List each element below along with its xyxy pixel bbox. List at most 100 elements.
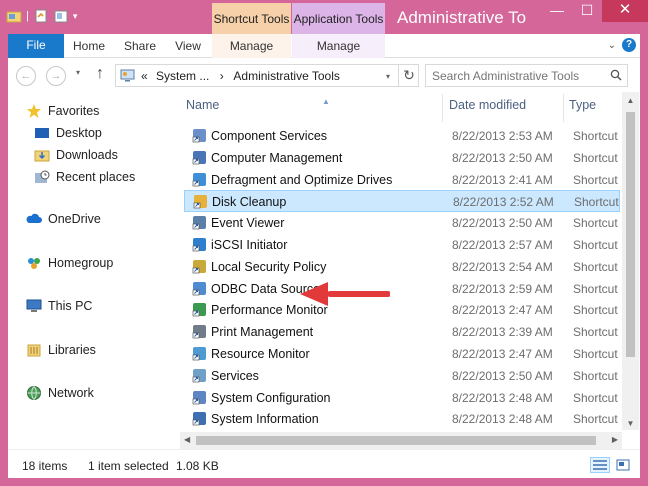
file-type: Shortcut (573, 172, 618, 187)
homegroup-icon (28, 258, 40, 269)
file-type: Shortcut (573, 150, 618, 165)
caption-buttons: — ☐ ✕ (542, 0, 648, 22)
folder-app-icon[interactable] (6, 8, 22, 24)
search-input[interactable] (426, 65, 606, 86)
file-name: Event Viewer (211, 216, 285, 231)
nav-network[interactable]: Network (26, 383, 94, 403)
file-row[interactable]: Defragment and Optimize Drives 8/22/2013 … (184, 169, 620, 191)
column-header-date[interactable]: Date modified (449, 98, 559, 118)
scroll-up-icon[interactable]: ▲ (626, 96, 635, 105)
expand-ribbon-icon[interactable]: ⌄ (608, 40, 616, 51)
annotation-arrow (300, 282, 390, 306)
star-icon (27, 104, 41, 118)
vertical-scrollbar[interactable]: ▲ ▼ (622, 92, 639, 430)
file-date-modified: 8/22/2013 2:50 AM (452, 150, 553, 165)
column-divider[interactable] (563, 94, 564, 122)
forward-button[interactable]: → (46, 66, 66, 86)
nav-favorites[interactable]: Favorites (26, 101, 99, 121)
status-selected-size: 1.08 KB (176, 459, 219, 473)
recent-locations-icon[interactable]: ▾ (76, 68, 80, 77)
file-row[interactable]: Event Viewer 8/22/2013 2:50 AM Shortcut (184, 212, 620, 234)
nav-desktop-label: Desktop (56, 126, 102, 140)
qat-dropdown-icon[interactable]: ▾ (73, 11, 78, 22)
nav-recent-places[interactable]: Recent places (34, 167, 135, 187)
file-row[interactable]: iSCSI Initiator 8/22/2013 2:57 AM Shortcut (184, 234, 620, 256)
file-date-modified: 8/22/2013 2:57 AM (452, 238, 553, 252)
nav-this-pc[interactable]: This PC (26, 296, 92, 316)
file-row[interactable]: Services 8/22/2013 2:50 AM Shortcut (184, 365, 620, 387)
tab-manage-shortcut[interactable]: Manage (212, 34, 291, 58)
scroll-left-icon[interactable]: ◀ (184, 435, 190, 444)
nav-homegroup[interactable]: Homegroup (26, 253, 113, 273)
close-button[interactable]: ✕ (602, 0, 648, 22)
nav-onedrive[interactable]: OneDrive (26, 209, 101, 229)
file-row[interactable]: Component Services 8/22/2013 2:53 AM Short… (184, 125, 620, 147)
libraries-icon (27, 344, 41, 357)
large-icons-view-button[interactable] (613, 457, 633, 473)
explorer-window: | ▾ Shortcut Tools Application Tools Adm… (0, 0, 648, 486)
scroll-right-icon[interactable]: ▶ (612, 435, 618, 444)
horizontal-scroll-thumb[interactable] (196, 436, 596, 445)
file-row[interactable]: Performance Monitor 8/22/2013 2:47 AM Shor… (184, 299, 620, 321)
nav-desktop[interactable]: Desktop (34, 123, 102, 143)
file-date-modified: 8/22/2013 2:53 AM (452, 129, 553, 143)
file-row[interactable]: Local Security Policy 8/22/2013 2:54 AM Sh… (184, 256, 620, 278)
maximize-button[interactable]: ☐ (572, 0, 602, 22)
file-row[interactable]: System Configuration 8/22/2013 2:48 AM Sho… (184, 387, 620, 409)
address-field[interactable]: « System ... › Administrative Tools ▾ ↻ (115, 64, 419, 87)
vertical-scroll-thumb[interactable] (626, 112, 635, 357)
breadcrumb-separator[interactable]: › (220, 69, 224, 83)
file-row[interactable]: Print Management 8/22/2013 2:39 AM Shortcu… (184, 321, 620, 343)
shortcut-icon (192, 216, 206, 230)
file-row[interactable]: Resource Monitor 8/22/2013 2:47 AM Shortcu… (184, 343, 620, 365)
minimize-button[interactable]: — (542, 0, 572, 22)
path-overflow[interactable]: « (141, 69, 148, 83)
search-icon[interactable] (610, 69, 622, 81)
file-name: Local Security Policy (211, 259, 327, 274)
file-type: Shortcut (573, 238, 618, 252)
tab-home[interactable]: Home (70, 34, 108, 58)
nav-libraries[interactable]: Libraries (26, 340, 96, 360)
details-view-button[interactable] (590, 457, 610, 473)
file-date-modified: 8/22/2013 2:48 AM (452, 390, 553, 405)
shortcut-icon (192, 259, 206, 274)
desktop-icon (35, 128, 49, 138)
up-button[interactable]: ↑ (96, 65, 104, 83)
column-header-name[interactable]: Name ▲ (186, 97, 444, 118)
back-button[interactable]: ← (16, 66, 36, 86)
file-row[interactable]: Disk Cleanup 8/22/2013 2:52 AM Shortcut (184, 190, 620, 213)
properties-icon[interactable] (33, 8, 49, 24)
file-date-modified: 8/22/2013 2:48 AM (452, 412, 553, 427)
tab-view[interactable]: View (170, 34, 206, 58)
context-tab-shortcut-tools[interactable]: Shortcut Tools (212, 3, 291, 34)
breadcrumb-system[interactable]: System ... (156, 69, 209, 83)
file-date-modified: 8/22/2013 2:50 AM (452, 216, 553, 231)
file-name: System Configuration (211, 390, 331, 405)
file-type: Shortcut (573, 325, 618, 340)
tab-share[interactable]: Share (120, 34, 160, 58)
nav-downloads[interactable]: Downloads (34, 145, 118, 165)
file-date-modified: 8/22/2013 2:41 AM (452, 172, 553, 187)
file-row[interactable]: Computer Management 8/22/2013 2:50 AM Shor… (184, 147, 620, 169)
nav-network-label: Network (48, 386, 94, 400)
new-folder-icon[interactable] (53, 8, 69, 24)
column-divider[interactable] (442, 94, 443, 122)
details-view-icon (593, 460, 607, 470)
nav-this-pc-label: This PC (48, 299, 93, 313)
nav-libraries-label: Libraries (48, 343, 96, 357)
help-icon[interactable]: ? (622, 38, 636, 52)
horizontal-scrollbar[interactable]: ◀ ▶ (180, 432, 622, 449)
file-row[interactable]: ODBC Data Sources 8/22/2013 2:59 AM Shortc… (184, 278, 620, 300)
shortcut-icon (193, 195, 207, 209)
scroll-down-icon[interactable]: ▼ (626, 419, 635, 428)
file-row[interactable]: System Information 8/22/2013 2:48 AM Short… (184, 408, 620, 430)
refresh-button[interactable]: ↻ (398, 65, 419, 86)
breadcrumb-administrative-tools[interactable]: Administrative Tools (233, 69, 340, 83)
tab-manage-application[interactable]: Manage (292, 34, 385, 58)
search-box[interactable] (425, 64, 628, 87)
context-tab-application-tools[interactable]: Application Tools (292, 3, 385, 34)
file-tab[interactable]: File (8, 34, 64, 58)
column-header-type[interactable]: Type (569, 98, 629, 118)
address-dropdown-icon[interactable]: ▾ (386, 72, 390, 81)
address-path: « System ... › Administrative Tools (141, 69, 340, 83)
